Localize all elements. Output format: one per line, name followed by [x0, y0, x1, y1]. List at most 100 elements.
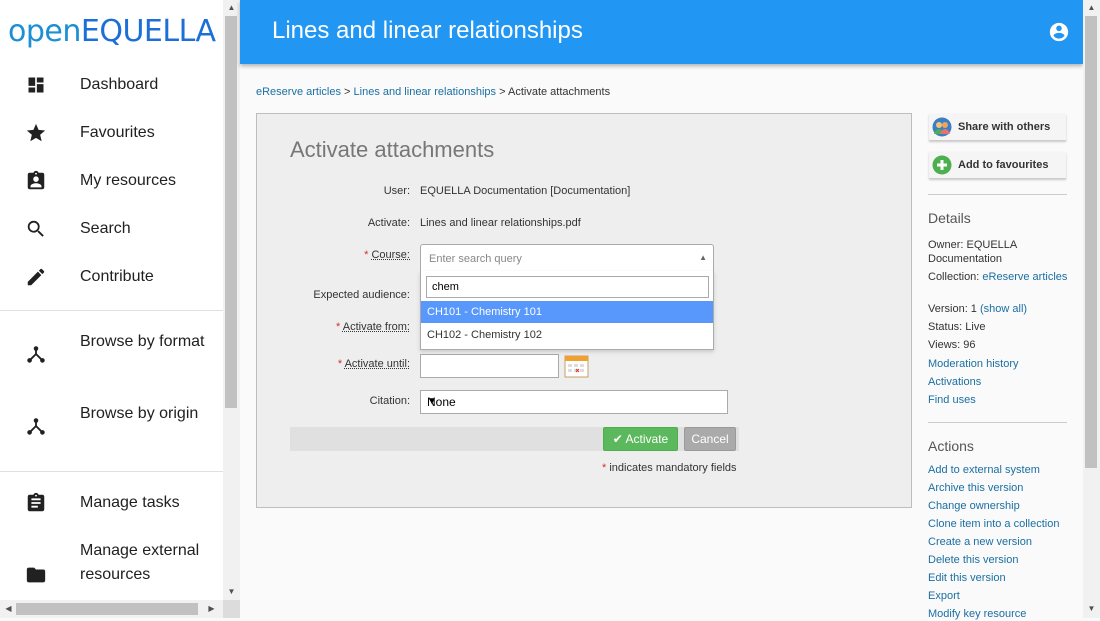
activations-link[interactable]: Activations [928, 375, 1068, 389]
scroll-up-icon[interactable]: ▲ [1083, 3, 1100, 12]
nav-label: My resources [80, 172, 177, 189]
add-to-favourites-button[interactable]: Add to favourites [929, 152, 1066, 179]
favourites-label: Add to favourites [958, 159, 1049, 171]
nav-label: Contribute [80, 268, 154, 285]
scroll-left-icon[interactable]: ◀ [0, 604, 17, 613]
breadcrumb-link-item[interactable]: Lines and linear relationships [354, 86, 496, 98]
activate-button[interactable]: ✔ Activate [603, 427, 678, 451]
views-text: Views: 96 [928, 339, 976, 351]
required-mark: * [337, 358, 343, 370]
scroll-down-icon[interactable]: ▼ [1083, 604, 1100, 613]
chevron-down-icon: ▼ [427, 396, 437, 407]
nav-label: Browse by format [80, 333, 205, 350]
citation-select[interactable]: None ▼ [420, 390, 728, 414]
search-icon [24, 217, 48, 241]
nav-label: Dashboard [80, 76, 159, 93]
course-placeholder: Enter search query [429, 253, 522, 265]
action-link[interactable]: Delete this version [928, 553, 1068, 567]
breadcrumb: eReserve articles > Lines and linear rel… [256, 86, 610, 98]
scrollbar-thumb[interactable] [16, 603, 198, 615]
nav-dashboard[interactable]: Dashboard [0, 73, 223, 97]
breadcrumb-current: Activate attachments [507, 86, 611, 98]
nav-browse-by-origin[interactable]: Browse by origin [0, 402, 223, 450]
dashboard-icon [24, 73, 48, 97]
action-link[interactable]: Export [928, 589, 1068, 603]
caret-up-icon: ▲ [699, 253, 707, 262]
nav-my-resources[interactable]: My resources [0, 169, 223, 193]
course-select[interactable]: Enter search query ▲ [420, 244, 714, 272]
collection-link[interactable]: eReserve articles [982, 271, 1067, 283]
activate-label: Activate: [367, 217, 410, 229]
scrollbar-thumb[interactable] [1085, 16, 1097, 468]
calendar-icon[interactable] [564, 353, 589, 378]
app-bar: Lines and linear relationships [240, 0, 1083, 64]
course-dropdown: chem CH101 - Chemistry 101 CH102 - Chemi… [420, 271, 714, 350]
action-link[interactable]: Change ownership [928, 499, 1068, 513]
nav-search[interactable]: Search [0, 217, 223, 241]
action-link[interactable]: Archive this version [928, 481, 1068, 495]
activate-until-label: * Activate until: [260, 358, 410, 370]
nav-manage-tasks[interactable]: Manage tasks [0, 491, 223, 515]
action-link[interactable]: Clone item into a collection [928, 517, 1068, 531]
course-option[interactable]: CH102 - Chemistry 102 [421, 324, 713, 346]
drawer-vertical-scrollbar[interactable]: ▲ ▼ [223, 0, 240, 600]
version-label: Version: 1 [928, 303, 977, 315]
nav-browse-by-format[interactable]: Browse by format [0, 330, 223, 378]
nav-contribute[interactable]: Contribute [0, 265, 223, 289]
scrollbar-corner [223, 600, 240, 618]
course-option[interactable]: CH101 - Chemistry 101 [421, 301, 713, 323]
pencil-icon [24, 265, 48, 289]
nav-favourites[interactable]: Favourites [0, 121, 223, 145]
share-with-others-button[interactable]: Share with others [929, 114, 1066, 141]
drawer-horizontal-scrollbar[interactable]: ◀ ▶ [0, 600, 223, 618]
moderation-history-link[interactable]: Moderation history [928, 357, 1068, 371]
scroll-down-icon[interactable]: ▼ [223, 587, 240, 596]
nav-manage-external-resources[interactable]: Manage external resources [0, 539, 223, 600]
actions-heading: Actions [928, 438, 974, 454]
mandatory-note-text: indicates mandatory fields [609, 462, 737, 474]
required-mark: * [336, 321, 341, 333]
page-vertical-scrollbar[interactable]: ▲ ▼ [1083, 0, 1100, 618]
folder-icon [24, 563, 48, 587]
action-link[interactable]: Add to external system [928, 463, 1068, 477]
hierarchy-icon [24, 342, 48, 366]
show-all-versions-link[interactable]: (show all) [980, 303, 1027, 315]
scrollbar-thumb[interactable] [225, 16, 237, 408]
star-icon [24, 121, 48, 145]
hierarchy-icon [24, 414, 48, 438]
user-value: EQUELLA Documentation [Documentation] [420, 185, 631, 197]
action-link[interactable]: Edit this version [928, 571, 1068, 585]
activate-until-text: Activate until: [344, 358, 410, 370]
find-uses-link[interactable]: Find uses [928, 393, 1068, 407]
plus-circle-icon [932, 155, 952, 175]
course-search-input[interactable]: chem [426, 276, 709, 298]
action-link[interactable]: Create a new version [928, 535, 1068, 549]
share-label: Share with others [958, 121, 1051, 133]
activate-from-label: * Activate from: [260, 321, 410, 333]
scroll-right-icon[interactable]: ▶ [203, 604, 220, 613]
share-people-icon [932, 117, 952, 137]
breadcrumb-separator: > [344, 86, 351, 98]
course-label: * Course: [260, 249, 410, 261]
breadcrumb-link-ereserve[interactable]: eReserve articles [256, 86, 341, 98]
cancel-button[interactable]: Cancel [684, 427, 736, 451]
audience-label: Expected audience: [313, 289, 410, 301]
nav-divider [0, 310, 223, 311]
activate-until-input[interactable] [420, 354, 559, 378]
nav-label: Favourites [80, 124, 155, 141]
account-circle-icon[interactable] [1048, 21, 1070, 43]
course-label-text: Course: [371, 249, 410, 261]
breadcrumb-separator: > [499, 86, 506, 98]
required-mark: * [602, 462, 607, 474]
action-link[interactable]: Modify key resource [928, 607, 1068, 621]
version-text: Version: 1 (show all) [928, 302, 1068, 316]
scroll-up-icon[interactable]: ▲ [223, 3, 240, 12]
nav-label: Search [80, 220, 131, 237]
citation-label: Citation: [369, 395, 410, 407]
form-heading: Activate attachments [290, 137, 495, 162]
openequella-logo[interactable]: openEQUELLA [8, 14, 216, 49]
details-heading: Details [928, 210, 971, 226]
clipboard-icon [24, 491, 48, 515]
nav-divider [0, 471, 223, 472]
activate-from-text: Activate from: [342, 321, 410, 333]
